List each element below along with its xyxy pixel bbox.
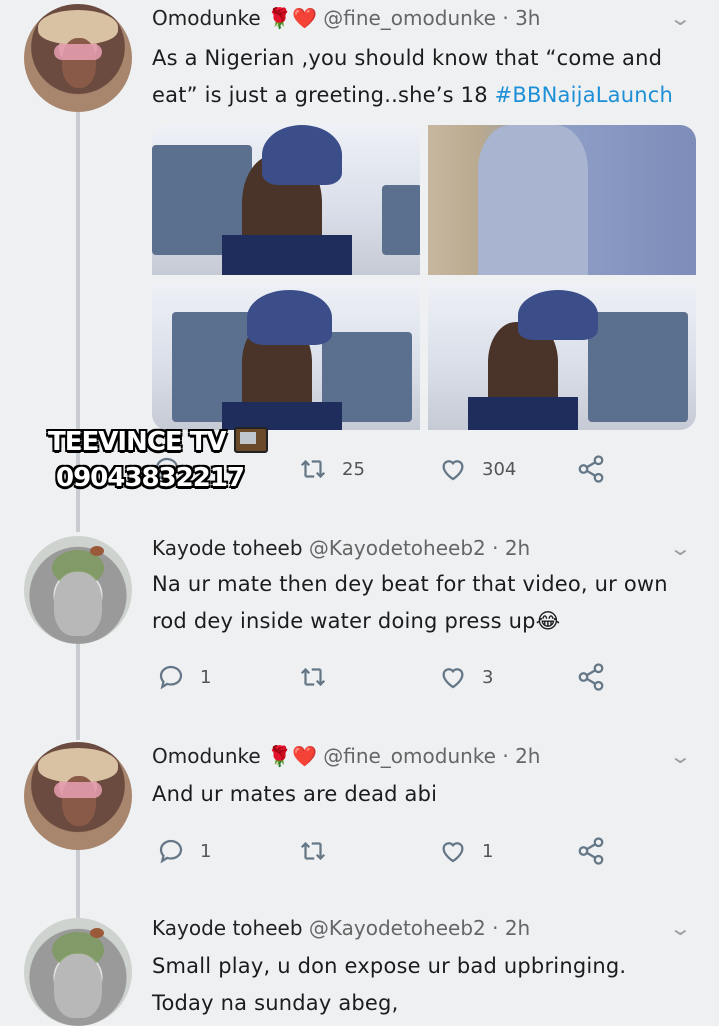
heart-icon bbox=[442, 460, 464, 481]
reply-icon bbox=[159, 839, 183, 864]
retweet-button[interactable]: 25 bbox=[298, 454, 365, 484]
tweet-text: Small play, u don expose ur bad upbringi… bbox=[152, 954, 627, 1015]
share-icon bbox=[578, 837, 604, 865]
heart-icon bbox=[442, 842, 464, 863]
tweet-header: Omodunke 🌹❤️ @fine_omodunke · 3h bbox=[152, 6, 540, 30]
display-name[interactable]: Omodunke bbox=[152, 744, 261, 768]
chevron-down-icon[interactable]: ⌄ bbox=[669, 6, 692, 30]
user-handle[interactable]: @Kayodetoheeb2 bbox=[309, 916, 486, 940]
avatar[interactable] bbox=[24, 4, 132, 112]
chevron-down-icon[interactable]: ⌄ bbox=[669, 536, 692, 560]
like-count: 3 bbox=[482, 666, 494, 688]
watermark: TEEVINCE TV 09043832217 bbox=[48, 424, 268, 496]
separator-dot: · bbox=[502, 6, 509, 30]
reply-button[interactable]: 1 bbox=[156, 836, 211, 866]
tv-icon bbox=[233, 426, 268, 453]
like-count: 304 bbox=[482, 458, 517, 480]
avatar[interactable] bbox=[24, 742, 132, 850]
tweet-actions: 1 3 bbox=[152, 662, 622, 698]
retweet-icon bbox=[300, 667, 326, 687]
tweet[interactable]: Kayode toheeb @Kayodetoheeb2 · 2h ⌄ Smal… bbox=[0, 912, 719, 1026]
share-button[interactable] bbox=[576, 454, 606, 484]
separator-dot: · bbox=[492, 916, 499, 940]
tweet[interactable]: Omodunke 🌹❤️ @fine_omodunke · 2h ⌄ And u… bbox=[0, 740, 719, 900]
like-count: 1 bbox=[482, 840, 494, 862]
tweet[interactable]: Kayode toheeb @Kayodetoheeb2 · 2h ⌄ Na u… bbox=[0, 530, 719, 720]
share-icon bbox=[578, 663, 604, 691]
watermark-title: TEEVINCE TV bbox=[48, 427, 227, 457]
tweet-header: Omodunke 🌹❤️ @fine_omodunke · 2h bbox=[152, 744, 540, 768]
photo[interactable] bbox=[428, 125, 696, 275]
separator-dot: · bbox=[502, 744, 509, 768]
photo[interactable] bbox=[152, 125, 420, 275]
share-button[interactable] bbox=[576, 836, 606, 866]
name-emoji: 🌹❤️ bbox=[267, 6, 317, 30]
tweet-actions: 1 1 bbox=[152, 836, 622, 872]
retweet-count: 25 bbox=[342, 458, 365, 480]
timestamp[interactable]: 2h bbox=[505, 916, 530, 940]
tweet-header: Kayode toheeb @Kayodetoheeb2 · 2h bbox=[152, 916, 530, 940]
display-name[interactable]: Kayode toheeb bbox=[152, 916, 303, 940]
tweet-header: Kayode toheeb @Kayodetoheeb2 · 2h bbox=[152, 536, 530, 560]
heart-icon bbox=[442, 668, 464, 689]
avatar[interactable] bbox=[24, 918, 132, 1026]
photo[interactable] bbox=[152, 282, 420, 430]
watermark-phone: 09043832217 bbox=[56, 463, 245, 493]
user-handle[interactable]: @fine_omodunke bbox=[323, 6, 496, 30]
reply-count: 1 bbox=[200, 840, 212, 862]
media-grid[interactable] bbox=[152, 125, 696, 430]
like-button[interactable]: 304 bbox=[438, 454, 516, 484]
chevron-down-icon[interactable]: ⌄ bbox=[669, 916, 692, 940]
timestamp[interactable]: 2h bbox=[505, 536, 530, 560]
reply-count: 1 bbox=[200, 666, 212, 688]
hashtag-link[interactable]: #BBNaijaLaunch bbox=[495, 83, 673, 107]
avatar[interactable] bbox=[24, 536, 132, 644]
like-button[interactable]: 3 bbox=[438, 662, 493, 692]
retweet-button[interactable] bbox=[298, 836, 328, 866]
display-name[interactable]: Omodunke bbox=[152, 6, 261, 30]
user-handle[interactable]: @Kayodetoheeb2 bbox=[309, 536, 486, 560]
user-handle[interactable]: @fine_omodunke bbox=[323, 744, 496, 768]
retweet-button[interactable] bbox=[298, 662, 328, 692]
retweet-icon bbox=[300, 841, 326, 861]
share-icon bbox=[578, 455, 604, 483]
tweet-text: And ur mates are dead abi bbox=[152, 782, 438, 806]
name-emoji: 🌹❤️ bbox=[267, 744, 317, 768]
timestamp[interactable]: 2h bbox=[515, 744, 540, 768]
reply-icon bbox=[159, 665, 183, 690]
chevron-down-icon[interactable]: ⌄ bbox=[669, 744, 692, 768]
retweet-icon bbox=[300, 459, 326, 479]
like-button[interactable]: 1 bbox=[438, 836, 493, 866]
reply-button[interactable]: 1 bbox=[156, 662, 211, 692]
display-name[interactable]: Kayode toheeb bbox=[152, 536, 303, 560]
separator-dot: · bbox=[492, 536, 499, 560]
photo[interactable] bbox=[428, 282, 696, 430]
timestamp[interactable]: 3h bbox=[515, 6, 540, 30]
tweet-text: Na ur mate then dey beat for that video,… bbox=[152, 572, 668, 633]
share-button[interactable] bbox=[576, 662, 606, 692]
tweet-text: As a Nigerian ,you should know that “com… bbox=[152, 40, 692, 114]
